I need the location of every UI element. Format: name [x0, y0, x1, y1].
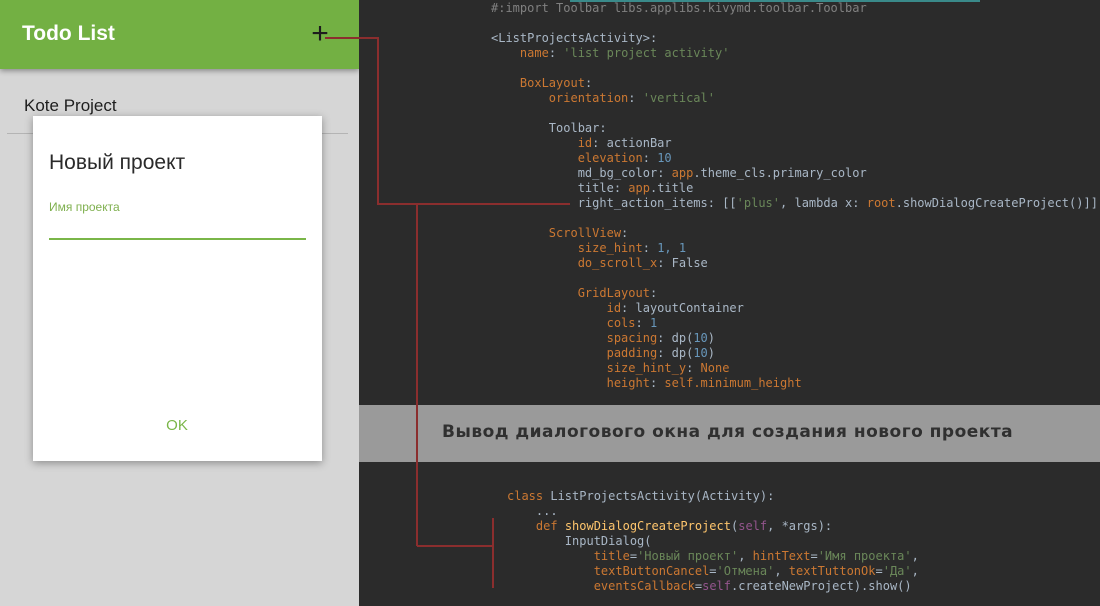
connector-lines [325, 37, 570, 588]
